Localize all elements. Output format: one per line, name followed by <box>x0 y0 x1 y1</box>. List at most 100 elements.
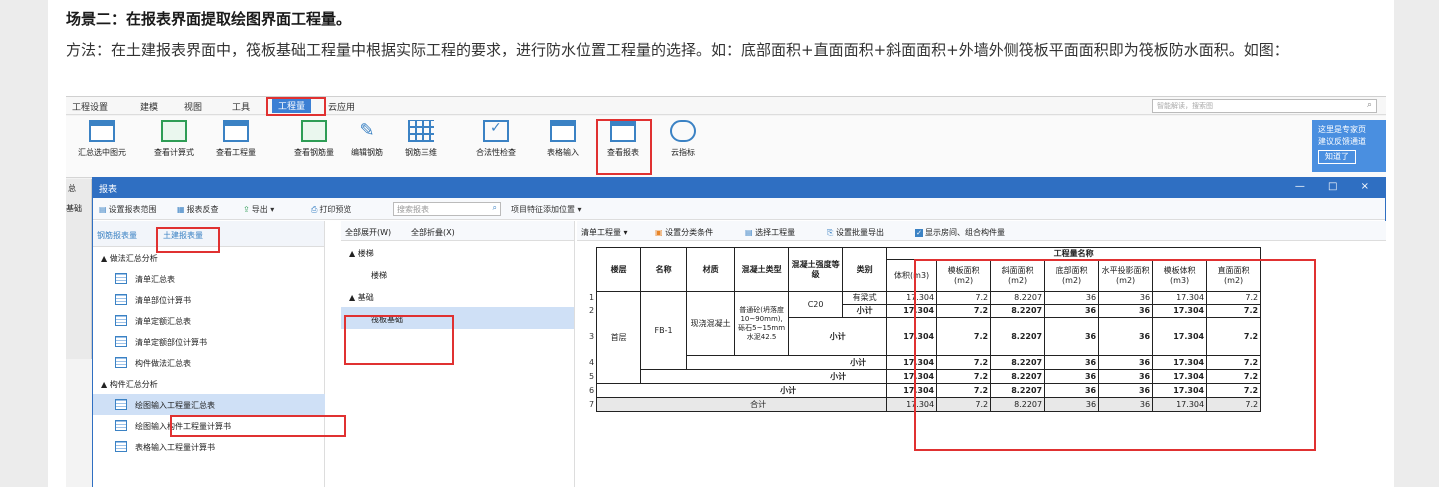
window-controls[interactable]: — □ × <box>1295 181 1379 192</box>
print-preview-label: 打印预览 <box>319 205 352 214</box>
row-num-blank <box>587 248 597 260</box>
cloud-icon <box>670 120 696 142</box>
grid-icon <box>408 120 434 142</box>
expand-all-button[interactable]: 全部展开(W) <box>345 227 391 238</box>
header-concrete-type: 混凝土类型 <box>734 247 790 292</box>
mid-group-label: ▲ 基础 <box>349 293 374 302</box>
top-search-placeholder: 智能解读，搜索图 <box>1157 102 1213 110</box>
report-window-title: 报表 <box>99 185 118 195</box>
highlight-quantity-columns <box>914 259 1316 451</box>
show-rooms-checkbox[interactable]: ✓ 显示房间、组合构件量 <box>915 227 1005 238</box>
menu-cloud[interactable]: 云应用 <box>328 100 355 113</box>
btn-view-formula-label: 查看计算式 <box>154 148 194 157</box>
document-icon <box>115 441 127 452</box>
tip-line-2: 建议反馈通道 <box>1318 137 1366 146</box>
btn-view-formula[interactable]: 查看计算式 <box>144 120 204 158</box>
mid-group-foundation[interactable]: ▲ 基础 <box>341 285 574 307</box>
add-position-dropdown[interactable]: 项目特征添加位置 ▾ <box>511 204 582 215</box>
document-icon <box>115 315 127 326</box>
batch-export-label: 设置批量导出 <box>835 228 884 237</box>
mid-group-stairs[interactable]: ▲ 楼梯 <box>341 241 574 263</box>
btn-table-input-label: 表格输入 <box>547 148 579 157</box>
tree-item[interactable]: 构件做法汇总表 <box>93 352 325 373</box>
tree-group-component[interactable]: ▲ 构件汇总分析 <box>93 373 325 394</box>
report-search-input[interactable]: 搜索报表 ⌕ <box>393 202 501 216</box>
print-icon: ⎙ <box>311 205 318 214</box>
top-search-input[interactable]: 智能解读，搜索图 ⌕ <box>1152 99 1377 113</box>
tree-item[interactable]: 清单汇总表 <box>93 268 325 289</box>
btn-edit-rebar-label: 编辑钢筋 <box>351 148 383 157</box>
show-rooms-label: 显示房间、组合构件量 <box>925 228 1005 237</box>
report-search-placeholder: 搜索报表 <box>397 205 429 214</box>
print-preview-button[interactable]: ⎙ 打印预览 <box>311 204 351 215</box>
collapse-all-button[interactable]: 全部折叠(X) <box>411 227 455 238</box>
select-quantity-label: 选择工程量 <box>755 228 796 237</box>
mid-item-label: 楼梯 <box>371 271 387 280</box>
export-icon: ⇪ <box>243 205 250 214</box>
set-category-button[interactable]: ▣ 设置分类条件 <box>655 227 713 238</box>
report-window-titlebar: 报表 — □ × <box>93 178 1385 198</box>
row-number: 4 <box>589 357 595 367</box>
highlight-civil-tab <box>156 227 220 253</box>
tree-item-label: 表格输入工程量计算书 <box>135 443 215 452</box>
menu-modeling[interactable]: 建模 <box>140 100 158 113</box>
row-number: 7 <box>589 399 595 409</box>
document-icon <box>115 357 127 368</box>
quantity-type-dropdown[interactable]: 清单工程量 ▾ <box>581 227 628 238</box>
ribbon: 汇总选中图元 查看计算式 查看工程量 查看钢筋量 ✎ 编辑钢筋 钢筋三维 合法性检… <box>66 116 1386 178</box>
header-material: 材质 <box>686 247 736 292</box>
tree-item-label: 清单定额汇总表 <box>135 317 191 326</box>
highlight-drawing-summary <box>170 415 346 437</box>
btn-view-quantity[interactable]: 查看工程量 <box>206 120 266 158</box>
menu-tools[interactable]: 工具 <box>232 100 250 113</box>
btn-table-input[interactable]: 表格输入 <box>538 120 588 158</box>
formula-icon <box>161 120 187 142</box>
btn-summarize-selected-label: 汇总选中图元 <box>78 148 126 157</box>
menu-view[interactable]: 视图 <box>184 100 202 113</box>
list-icon: ▤ <box>745 228 753 237</box>
cell-subtotal: 小计 <box>788 317 888 356</box>
review-button[interactable]: ▦ 报表反查 <box>177 204 219 215</box>
btn-validity-check-label: 合法性检查 <box>476 148 516 157</box>
tree-item[interactable]: 清单部位计算书 <box>93 289 325 310</box>
tab-rebar-report[interactable]: 钢筋报表量 <box>97 230 137 241</box>
cell-subtotal: 小计 <box>842 304 888 318</box>
mid-item-stairs[interactable]: 楼梯 <box>341 263 574 285</box>
set-range-button[interactable]: ▤ 设置报表范围 <box>99 204 157 215</box>
filter-icon: ▣ <box>655 228 663 237</box>
btn-rebar-3d[interactable]: 钢筋三维 <box>396 120 446 158</box>
tree-item[interactable]: 清单定额汇总表 <box>93 310 325 331</box>
report-list-pane: 钢筋报表量 土建报表量 ▲ 做法汇总分析 清单汇总表 清单部位计算书 清单定额汇… <box>93 221 325 487</box>
table-icon <box>550 120 576 142</box>
btn-cloud-index-label: 云指标 <box>671 148 695 157</box>
tree-item[interactable]: 清单定额部位计算书 <box>93 331 325 352</box>
document-icon <box>115 294 127 305</box>
article-page: 场景二：在报表界面提取绘图界面工程量。 方法：在土建报表界面中，筏板基础工程量中… <box>48 0 1394 487</box>
highlight-view-report <box>596 119 652 175</box>
search-icon: ⌕ <box>1366 100 1372 110</box>
cell-floor: 首层 <box>596 291 642 384</box>
select-quantity-button[interactable]: ▤ 选择工程量 <box>745 227 795 238</box>
export-label: 导出 ▾ <box>251 205 275 214</box>
tree-item-label: 构件做法汇总表 <box>135 359 191 368</box>
menu-project-settings[interactable]: 工程设置 <box>72 100 108 113</box>
cell-category: 有梁式 <box>842 291 888 305</box>
stub-label-1: 总 <box>68 184 76 193</box>
summary-icon <box>89 120 115 142</box>
btn-summarize-selected[interactable]: 汇总选中图元 <box>66 120 138 158</box>
btn-view-rebar[interactable]: 查看钢筋量 <box>284 120 344 158</box>
document-icon <box>115 399 127 410</box>
cell-total: 合计 <box>596 397 888 412</box>
tree-item[interactable]: 表格输入工程量计算书 <box>93 436 325 457</box>
btn-cloud-index[interactable]: 云指标 <box>660 120 706 158</box>
batch-export-button[interactable]: ⎘ 设置批量导出 <box>827 227 884 238</box>
stub-label-2: 基础 <box>66 204 82 213</box>
tip-ok-button[interactable]: 知道了 <box>1318 150 1356 164</box>
row-number: 3 <box>589 331 595 341</box>
btn-validity-check[interactable]: 合法性检查 <box>466 120 526 158</box>
tree-item-selected[interactable]: 绘图输入工程量汇总表 <box>93 394 325 415</box>
expert-tip-box: 这里是专家页 建议反馈通道 知道了 <box>1312 120 1386 172</box>
highlight-raft-foundation <box>344 315 454 365</box>
btn-edit-rebar[interactable]: ✎ 编辑钢筋 <box>342 120 392 158</box>
export-button[interactable]: ⇪ 导出 ▾ <box>243 204 274 215</box>
